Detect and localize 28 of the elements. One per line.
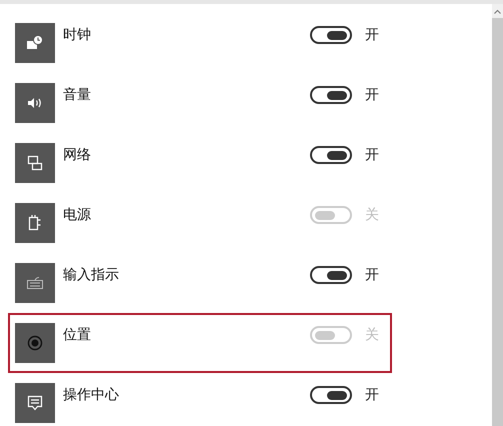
network-icon (27, 155, 43, 171)
toggle-state: 开 (365, 86, 380, 104)
toggle-state: 开 (365, 146, 380, 164)
setting-label: 网络 (63, 146, 92, 164)
location-icon (27, 335, 43, 351)
toggle-switch[interactable] (310, 86, 352, 104)
toggle-state: 开 (365, 386, 380, 404)
setting-label: 电源 (63, 206, 92, 224)
toggle-switch[interactable] (310, 26, 352, 44)
power-plug-icon (28, 214, 42, 232)
setting-label: 操作中心 (63, 386, 120, 404)
toggle-state: 关 (365, 326, 380, 344)
calendar-clock-icon (26, 35, 44, 51)
message-icon (27, 394, 43, 412)
scrollbar[interactable] (492, 4, 503, 426)
keyboard-icon (26, 276, 44, 290)
toggle-state: 开 (365, 266, 380, 284)
setting-label: 时钟 (63, 26, 92, 44)
toggle-switch[interactable] (310, 266, 352, 284)
setting-label: 音量 (63, 86, 92, 104)
setting-label: 位置 (63, 326, 92, 344)
setting-label: 输入指示 (63, 266, 120, 284)
scroll-up-icon[interactable] (494, 8, 501, 14)
speaker-icon (27, 97, 43, 109)
toggle-switch[interactable] (310, 386, 352, 404)
toggle-switch[interactable] (310, 146, 352, 164)
toggle-state: 关 (365, 206, 380, 224)
toggle-state: 开 (365, 26, 380, 44)
